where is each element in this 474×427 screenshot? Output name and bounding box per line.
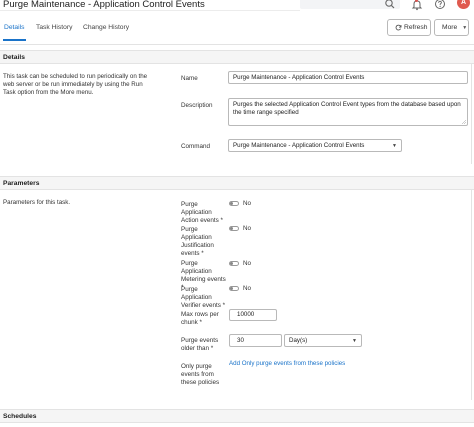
details-right-divider [471, 64, 472, 164]
more-label: More [442, 24, 458, 31]
verifier-events-label: Purge Application Verifier events * [181, 286, 226, 309]
search-icon[interactable] [384, 0, 396, 10]
verifier-events-value: No [243, 285, 252, 292]
command-value: Purge Maintenance - Application Control … [233, 142, 365, 149]
details-section-title: Details [3, 54, 25, 61]
max-rows-field[interactable]: 10000 [229, 309, 277, 321]
action-events-value: No [243, 200, 252, 207]
tab-details[interactable]: Details [4, 20, 24, 40]
policies-label: Only purge events from these policies [181, 363, 220, 386]
parameters-section-header: Parameters [0, 176, 474, 190]
active-tab-indicator [3, 39, 26, 41]
add-policies-link[interactable]: Add Only purge events from these policie… [229, 360, 345, 367]
command-label: Command [181, 143, 211, 150]
tab-change-history[interactable]: Change History [83, 20, 129, 40]
refresh-label: Refresh [404, 24, 428, 31]
tab-task-history[interactable]: Task History [36, 20, 72, 40]
chevron-down-icon: ▼ [392, 143, 397, 149]
metering-events-value: No [243, 260, 252, 267]
description-field[interactable]: Purges the selected Application Control … [228, 98, 468, 126]
older-than-label: Purge events older than * [181, 337, 219, 352]
chevron-down-icon: ▼ [352, 338, 357, 344]
name-label: Name [181, 75, 198, 82]
resize-grip-icon[interactable] [461, 119, 466, 124]
refresh-icon [395, 24, 402, 31]
refresh-button[interactable]: Refresh [387, 19, 431, 36]
justification-events-value: No [243, 225, 252, 232]
action-events-toggle[interactable] [229, 201, 239, 206]
details-section-header: Details [0, 50, 474, 64]
chevron-down-icon: ▼ [462, 24, 468, 31]
name-field[interactable]: Purge Maintenance - Application Control … [228, 71, 468, 84]
avatar[interactable]: A [457, 0, 470, 9]
help-icon[interactable] [434, 0, 446, 10]
tabs-divider [0, 44, 474, 45]
parameters-description: Parameters for this task. [3, 199, 71, 206]
max-rows-label: Max rows per chunk * [181, 311, 219, 326]
description-text: Purges the selected Application Control … [233, 101, 461, 116]
schedules-section-title: Schedules [3, 413, 37, 420]
justification-events-toggle[interactable] [229, 226, 239, 231]
parameters-right-divider [471, 190, 472, 400]
description-label: Description [181, 102, 213, 109]
verifier-events-toggle[interactable] [229, 286, 239, 291]
metering-events-toggle[interactable] [229, 261, 239, 266]
title-divider [0, 10, 300, 11]
older-than-unit-select[interactable]: Day(s) ▼ [284, 334, 362, 347]
older-than-unit-value: Day(s) [289, 337, 308, 344]
top-bar: Purge Maintenance - Application Control … [0, 0, 474, 12]
details-description: This task can be scheduled to run period… [3, 73, 148, 96]
justification-events-label: Purge Application Justification events * [181, 226, 214, 257]
parameters-section-title: Parameters [3, 180, 40, 187]
schedules-section-header: Schedules [0, 409, 474, 423]
action-events-label: Purge Application Action events * [181, 201, 224, 224]
command-select[interactable]: Purge Maintenance - Application Control … [228, 139, 402, 152]
more-menu-button[interactable]: More ▼ [434, 19, 469, 36]
older-than-field[interactable]: 30 [229, 334, 282, 347]
page-title: Purge Maintenance - Application Control … [3, 0, 205, 10]
